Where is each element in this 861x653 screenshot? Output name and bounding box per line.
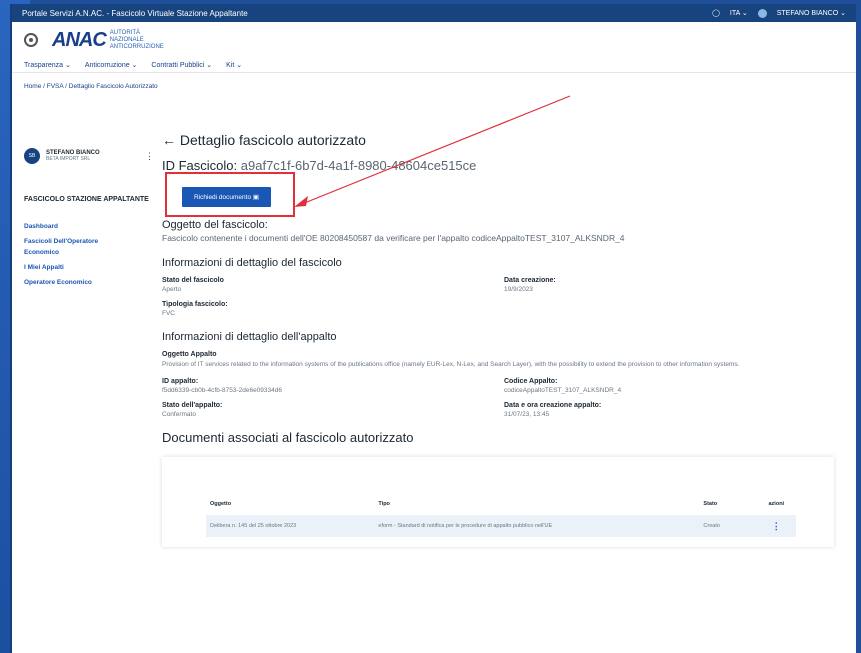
fascicolo-id: ID Fascicolo: a9af7c1f-6b7d-4a1f-8980-48… [162, 158, 477, 173]
main-content: ← Dettaglio fascicolo autorizzato ID Fas… [162, 132, 852, 547]
sidebar-item-fascicoli-oe[interactable]: Fascicoli Dell'Operatore Economico [24, 236, 134, 258]
sidebar-item-miei-appalti[interactable]: I Miei Appalti [24, 262, 134, 273]
user-menu[interactable]: STEFANO BIANCO ⌄ [777, 9, 846, 17]
browser-frame: Portale Servizi A.N.AC. - Fascicolo Virt… [10, 4, 856, 653]
id-appalto-label: ID appalto: [162, 378, 199, 385]
seal-icon [24, 33, 38, 47]
user-org: BETA IMPORT SRL [46, 156, 91, 162]
oggetto-appalto-text: Provision of IT services related to the … [162, 361, 740, 368]
oggetto-appalto-label: Oggetto Appalto [162, 351, 217, 358]
documenti-table: Oggetto Tipo Stato azioni Delibera n. 14… [162, 457, 834, 547]
data-appalto-label: Data e ora creazione appalto: [504, 402, 602, 409]
oggetto-heading: Oggetto del fascicolo: [162, 219, 268, 231]
bell-icon[interactable]: ◯ [712, 9, 720, 17]
cell-stato: Creato [703, 523, 720, 529]
stato-appalto-label: Stato dell'appalto: [162, 402, 223, 409]
logo-mark: ANAC [52, 28, 107, 51]
logo-subtitle: AUTORITÀ NAZIONALE ANTICORRUZIONE [109, 29, 164, 50]
tipologia-value: FVC [162, 310, 175, 317]
stato-label: Stato del fascicolo [162, 277, 224, 284]
stato-appalto-value: Confermato [162, 411, 196, 418]
avatar [757, 8, 767, 18]
data-creazione-value: 19/9/2023 [504, 286, 533, 293]
sidebar: SB STEFANO BIANCO BETA IMPORT SRL ⋮ FASC… [24, 132, 154, 292]
codice-appalto-label: Codice Appalto: [504, 378, 558, 385]
stato-value: Aperto [162, 286, 182, 293]
annotation-box [165, 172, 295, 217]
tipologia-label: Tipologia fascicolo: [162, 301, 228, 308]
language-selector[interactable]: ITA ⌄ [730, 9, 748, 17]
menu-anticorruzione[interactable]: Anticorruzione ⌄ [85, 61, 138, 69]
documenti-heading: Documenti associati al fascicolo autoriz… [162, 430, 414, 445]
data-creazione-label: Data creazione: [504, 277, 556, 284]
oggetto-text: Fascicolo contenente i documenti dell'OE… [162, 233, 625, 243]
cell-oggetto: Delibera n. 145 del 25 ottobre 2023 [210, 523, 297, 529]
kebab-menu-icon[interactable]: ⋮ [145, 151, 154, 162]
anac-logo[interactable]: ANAC AUTORITÀ NAZIONALE ANTICORRUZIONE [52, 29, 164, 52]
sidebar-user: SB STEFANO BIANCO BETA IMPORT SRL ⋮ [24, 148, 154, 164]
table-row[interactable]: Delibera n. 145 del 25 ottobre 2023 efor… [206, 515, 796, 537]
menu-trasparenza[interactable]: Trasparenza ⌄ [24, 61, 71, 69]
breadcrumb[interactable]: Home / FVSA / Dettaglio Fascicolo Autori… [12, 73, 856, 100]
row-actions-icon[interactable]: ⋮ [757, 521, 796, 532]
main-menu: Trasparenza ⌄ Anticorruzione ⌄ Contratti… [12, 58, 856, 73]
user-avatar: SB [24, 148, 40, 164]
id-appalto-value: f5dd6339-cb0b-4cfb-8753-2de6e09334d6 [162, 387, 282, 394]
fascicolo-info-heading: Informazioni di dettaglio del fascicolo [162, 257, 342, 269]
menu-kit[interactable]: Kit ⌄ [226, 61, 242, 69]
appalto-info-heading: Informazioni di dettaglio dell'appalto [162, 331, 337, 343]
codice-appalto-value: codiceAppaltoTEST_3107_ALKSNDR_4 [504, 387, 622, 394]
data-appalto-value: 31/07/23, 13:45 [504, 411, 550, 418]
table-header: Oggetto Tipo Stato azioni [210, 501, 785, 507]
header: ANAC AUTORITÀ NAZIONALE ANTICORRUZIONE [12, 22, 856, 58]
back-arrow-icon[interactable]: ← [162, 132, 176, 148]
portal-title: Portale Servizi A.N.AC. - Fascicolo Virt… [22, 8, 248, 18]
top-bar: Portale Servizi A.N.AC. - Fascicolo Virt… [12, 4, 856, 22]
sidebar-item-dashboard[interactable]: Dashboard [24, 221, 134, 232]
menu-contratti-pubblici[interactable]: Contratti Pubblici ⌄ [151, 61, 212, 69]
sidebar-section-title: FASCICOLO STAZIONE APPALTANTE [24, 196, 149, 203]
sidebar-item-operatore-economico[interactable]: Operatore Economico [24, 277, 134, 288]
cell-tipo: eform - Standard di notifica per le proc… [378, 523, 553, 529]
page-title: ← Dettaglio fascicolo autorizzato [162, 132, 366, 148]
